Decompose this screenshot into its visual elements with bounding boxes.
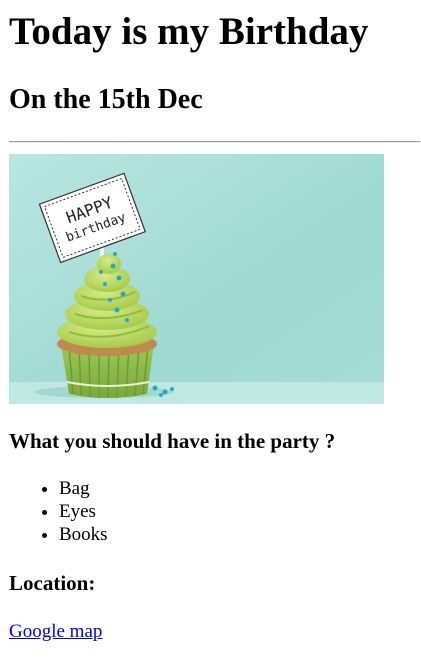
page-subtitle: On the 15th Dec <box>9 84 203 115</box>
birthday-cupcake-image: HAPPY birthday <box>9 154 384 404</box>
list-item: Bag <box>59 477 108 500</box>
party-items-list: Bag Eyes Books <box>9 477 108 546</box>
location-heading: Location: <box>9 571 96 595</box>
party-items-heading: What you should have in the party ? <box>9 429 336 453</box>
list-item: Books <box>59 523 108 546</box>
list-item: Eyes <box>59 500 108 523</box>
divider <box>9 141 420 143</box>
google-map-link[interactable]: Google map <box>9 620 102 644</box>
page-title: Today is my Birthday <box>9 10 369 53</box>
